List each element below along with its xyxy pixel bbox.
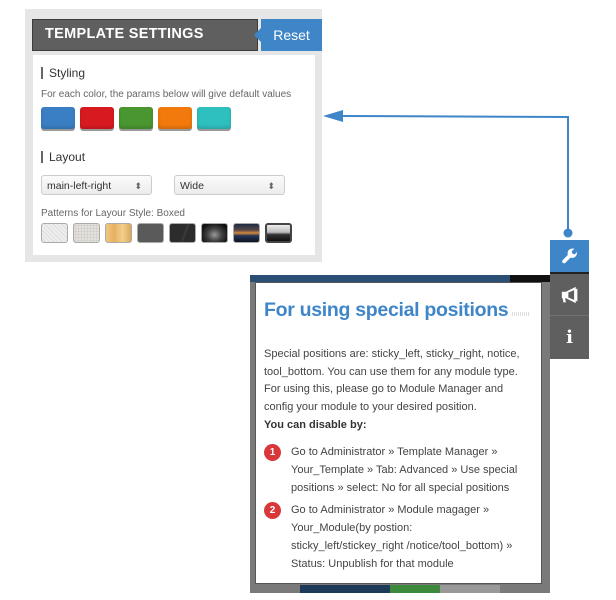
step-item: 1 Go to Administrator » Template Manager… (264, 443, 526, 497)
step-text: Go to Administrator » Module magager » Y… (291, 504, 513, 570)
info-button[interactable]: 𝐢 (550, 316, 589, 359)
step-number-badge: 2 (264, 502, 281, 519)
side-toolbar: 𝐢 (550, 240, 589, 359)
page-bottom-images (300, 585, 500, 593)
wrench-icon (561, 248, 577, 264)
connector-line (339, 115, 569, 233)
arrow-head-icon (323, 110, 343, 122)
megaphone-button[interactable] (550, 274, 589, 316)
info-icon: 𝐢 (566, 327, 573, 348)
popup-intro: Special positions are: sticky_left, stic… (264, 348, 520, 413)
megaphone-icon (561, 286, 577, 303)
popup-subheading: You can disable by: (264, 419, 367, 431)
page-topbar (250, 275, 550, 282)
step-item: 2 Go to Administrator » Module magager »… (264, 501, 526, 573)
wrench-button[interactable] (550, 240, 589, 274)
step-text: Go to Administrator » Template Manager »… (291, 446, 518, 494)
special-positions-popup: For using special positions Special posi… (255, 282, 542, 584)
connector-dot (563, 228, 573, 238)
step-number-badge: 1 (264, 444, 281, 461)
popup-title: For using special positions (264, 299, 513, 322)
